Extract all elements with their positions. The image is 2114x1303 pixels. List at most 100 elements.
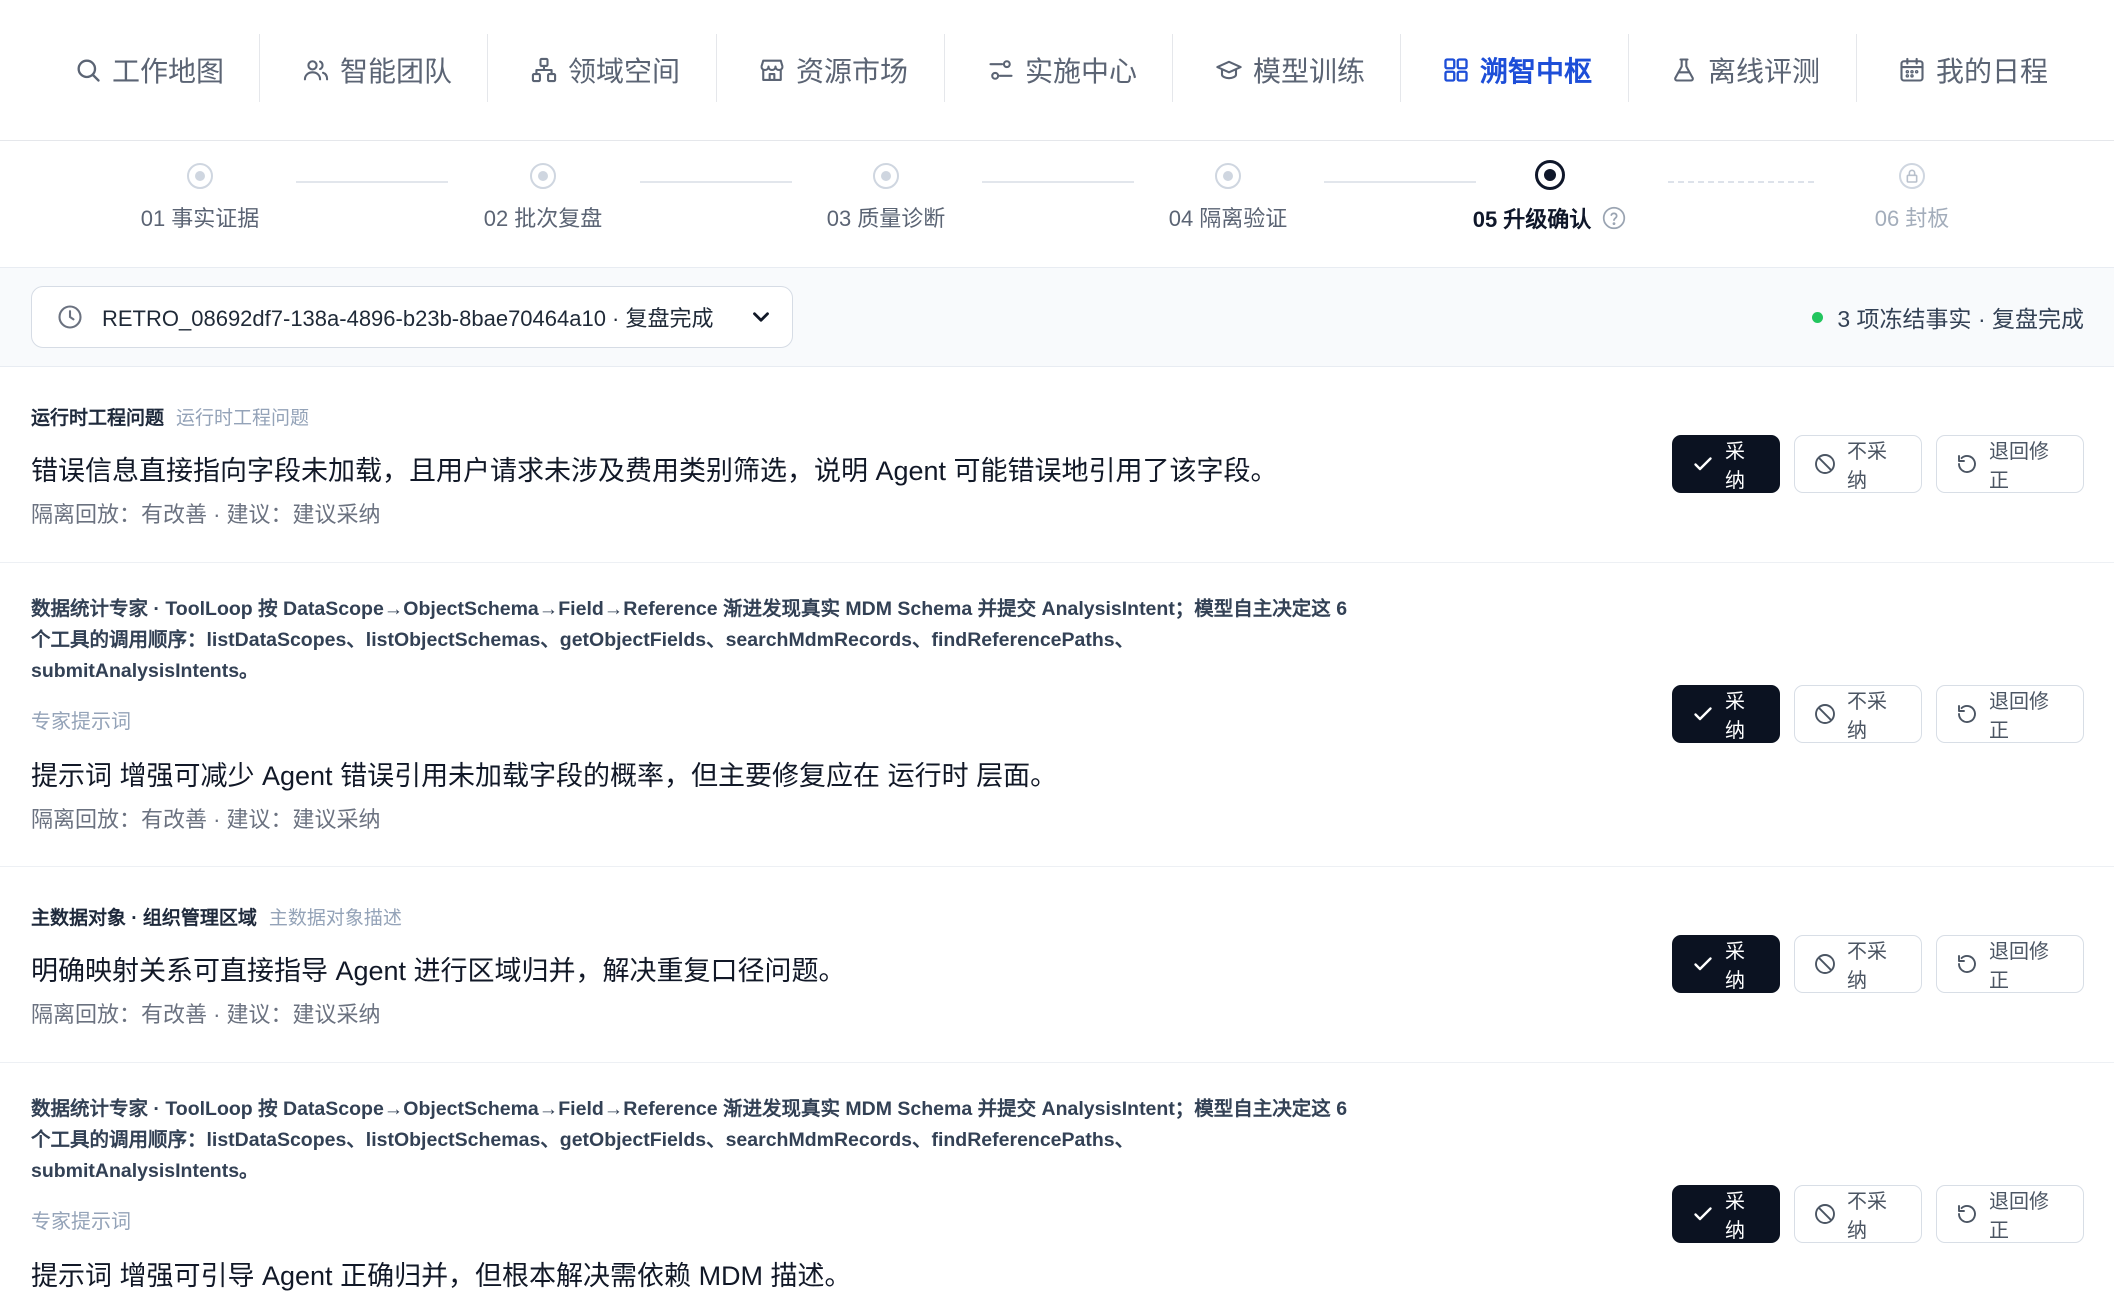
item-category-title: 主数据对象 · 组织管理区域 [31,908,257,929]
reject-label: 不采纳 [1847,1191,1887,1242]
reject-button[interactable]: 不采纳 [1794,1185,1922,1243]
reject-label: 不采纳 [1847,691,1887,742]
undo-icon [1958,455,1976,473]
nav-tab-domain-space[interactable]: 领域空间 [500,22,710,118]
return-button[interactable]: 退回修正 [1936,1185,2084,1243]
step-connector [1324,181,1476,183]
step-connector [640,181,792,183]
nav-divider [1172,34,1173,102]
item-category-sub: 运行时工程问题 [176,408,310,429]
item-headline: 提示词 增强可引导 Agent 正确归并，但根本解决需依赖 MDM 描述。 [31,1261,852,1291]
nav-tab-my-schedule[interactable]: 我的日程 [1868,22,2078,118]
step-upgrade-confirm[interactable]: 05 升级确认 [1430,160,1670,234]
retro-status: 3 项冻结事实 · 复盘完成 [1812,286,2084,348]
return-button[interactable]: 退回修正 [1936,685,2084,743]
step-batch-review[interactable]: 02 批次复盘 [423,163,663,233]
adopt-label: 采纳 [1725,441,1745,492]
return-button[interactable]: 退回修正 [1936,935,2084,993]
nav-tab-label: 溯智中枢 [1479,56,1592,87]
item-meta: 隔离回放：有改善 · 建议：建议采纳 [31,807,381,832]
hierarchy-icon [531,57,557,83]
step-quality-diagnosis[interactable]: 03 质量诊断 [766,163,1006,233]
step-isolation-verify[interactable]: 04 隔离验证 [1108,163,1348,233]
undo-icon [1958,955,1976,973]
top-nav: 工作地图 智能团队 领域空间 资源市场 实施中心 模型训练 溯智中枢 离线评测 … [0,0,2114,141]
ban-icon [1815,704,1835,724]
sliders-icon [989,60,1013,80]
adopt-button[interactable]: 采纳 [1672,935,1780,993]
retro-toolbar: RETRO_08692df7-138a-4896-b23b-8bae70464a… [0,268,2114,367]
adopt-button[interactable]: 采纳 [1672,685,1780,743]
step-label: 01 事实证据 [140,206,260,231]
nav-tab-resource-market[interactable]: 资源市场 [728,22,938,118]
help-circle-icon[interactable] [1601,205,1627,231]
return-label: 退回修正 [1989,691,2049,742]
nav-tab-label: 离线评测 [1707,56,1820,87]
reject-button[interactable]: 不采纳 [1794,935,1922,993]
nav-tab-model-training[interactable]: 模型训练 [1185,22,1395,118]
return-label: 退回修正 [1989,441,2049,492]
item-headline: 明确映射关系可直接指导 Agent 进行区域归并，解决重复口径问题。 [31,956,846,986]
item-meta: 隔离回放：有改善 · 建议：建议采纳 [31,1002,381,1027]
item-headline: 错误信息直接指向字段未加载，且用户请求未涉及费用类别筛选，说明 Agent 可能… [31,456,1278,486]
adopt-label: 采纳 [1725,1191,1745,1242]
item-prompt-tag: 专家提示词 [31,711,131,733]
calendar-icon [1900,57,1924,82]
retro-session-select[interactable]: RETRO_08692df7-138a-4896-b23b-8bae70464a… [31,286,793,348]
team-icon [303,60,329,81]
step-facts-evidence[interactable]: 01 事实证据 [80,163,320,233]
upgrade-item: 数据统计专家 · ToolLoop 按 DataScope→ObjectSche… [0,563,2114,867]
step-done-dot [1215,163,1241,189]
nav-tab-label: 我的日程 [1935,56,2048,87]
step-connector-pending [1668,181,1814,183]
upgrade-item: 主数据对象 · 组织管理区域 主数据对象描述 明确映射关系可直接指导 Agent … [0,867,2114,1063]
reject-button[interactable]: 不采纳 [1794,435,1922,493]
return-button[interactable]: 退回修正 [1936,435,2084,493]
ban-icon [1815,1204,1835,1224]
nav-tab-retro-hub[interactable]: 溯智中枢 [1412,22,1622,118]
nav-tab-offline-eval[interactable]: 离线评测 [1640,22,1850,118]
step-current-dot [1535,160,1565,190]
nav-tab-implementation-center[interactable]: 实施中心 [957,22,1167,118]
step-done-dot [873,163,899,189]
item-category: 主数据对象 · 组织管理区域 主数据对象描述 [31,903,402,930]
reject-label: 不采纳 [1847,441,1887,492]
item-actions: 采纳 不采纳 退回修正 [1672,1185,2084,1243]
step-connector [296,181,448,183]
status-dot [1812,311,1824,323]
retro-status-text: 3 项冻结事实 · 复盘完成 [1837,306,2084,332]
reject-button[interactable]: 不采纳 [1794,685,1922,743]
item-actions: 采纳 不采纳 退回修正 [1672,685,2084,743]
nav-tab-work-map[interactable]: 工作地图 [44,22,254,118]
adopt-label: 采纳 [1725,941,1745,992]
nav-divider [1856,34,1857,102]
step-done-dot [187,163,213,189]
step-label: 03 质量诊断 [826,206,946,231]
nav-tab-smart-team[interactable]: 智能团队 [272,22,482,118]
item-actions: 采纳 不采纳 退回修正 [1672,435,2084,493]
item-actions: 采纳 不采纳 退回修正 [1672,935,2084,993]
store-icon [760,59,784,81]
check-icon [1694,457,1712,471]
grid-icon [1444,58,1468,82]
adopt-button[interactable]: 采纳 [1672,1185,1780,1243]
check-icon [1694,957,1712,971]
nav-divider [716,34,717,102]
flask-icon [1674,58,1694,82]
nav-divider [259,34,260,102]
item-headline: 提示词 增强可减少 Agent 错误引用未加载字段的概率，但主要修复应在 运行时… [31,761,1058,791]
undo-icon [1958,1205,1976,1223]
nav-divider [1400,34,1401,102]
lock-icon [1906,169,1918,183]
adopt-label: 采纳 [1725,691,1745,742]
nav-tab-label: 工作地图 [111,56,224,87]
search-icon [77,59,100,82]
chevron-down-icon [753,312,769,322]
step-label: 04 隔离验证 [1168,206,1288,231]
nav-tab-label: 领域空间 [567,56,680,87]
upgrade-item: 运行时工程问题 运行时工程问题 错误信息直接指向字段未加载，且用户请求未涉及费用类… [0,367,2114,563]
step-locked-dot [1899,163,1925,189]
step-done-dot [530,163,556,189]
adopt-button[interactable]: 采纳 [1672,435,1780,493]
item-prompt-text: 数据统计专家 · ToolLoop 按 DataScope→ObjectSche… [31,598,1348,682]
